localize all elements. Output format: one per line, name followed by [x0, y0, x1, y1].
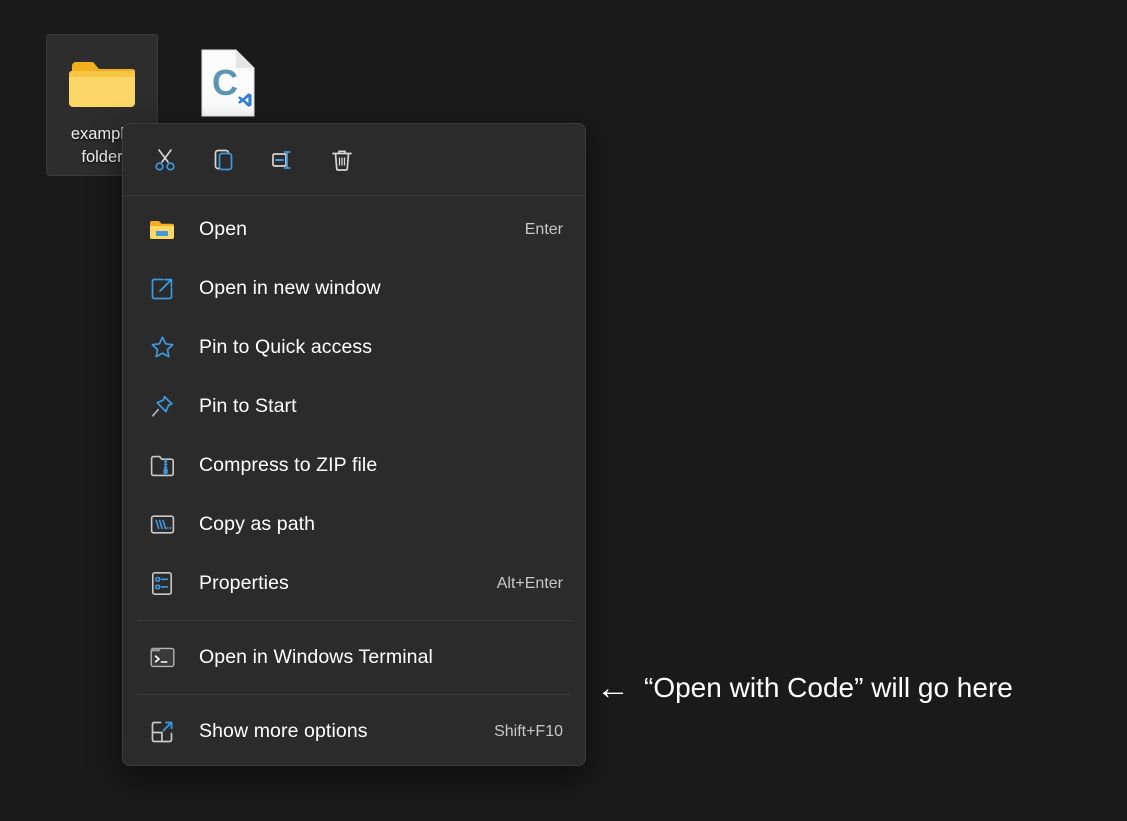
menu-item-open-in-windows-terminal[interactable]: Open in Windows Terminal	[123, 628, 585, 687]
open-new-window-icon	[147, 274, 177, 304]
menu-item-label: Open in new window	[199, 277, 381, 299]
properties-icon	[147, 569, 177, 599]
menu-item-label: Pin to Start	[199, 395, 297, 417]
desktop-icon-vscode-file[interactable]: C	[172, 34, 284, 122]
menu-item-pin-to-start[interactable]: Pin to Start	[123, 377, 585, 436]
copy-path-icon	[147, 510, 177, 540]
svg-text:C: C	[212, 62, 238, 103]
context-menu[interactable]: Open Enter Open in new window Pin to Qui…	[122, 123, 586, 766]
menu-item-label: Show more options	[199, 720, 368, 742]
folder-icon	[47, 45, 157, 123]
menu-item-shortcut: Shift+F10	[494, 722, 563, 740]
menu-item-open-in-new-window[interactable]: Open in new window	[123, 259, 585, 318]
context-menu-group-more: Show more options Shift+F10	[123, 698, 585, 765]
menu-item-label: Copy as path	[199, 513, 316, 535]
menu-item-label: Compress to ZIP file	[199, 454, 378, 476]
vscode-file-icon: C	[172, 44, 284, 122]
menu-item-open[interactable]: Open Enter	[123, 200, 585, 259]
menu-item-shortcut: Enter	[524, 220, 563, 238]
desktop-background[interactable]: example folder C Open Enter Open in new …	[0, 0, 1127, 821]
menu-item-copy-as-path[interactable]: Copy as path	[123, 495, 585, 554]
copy-button[interactable]	[206, 142, 241, 177]
menu-item-compress-to-zip[interactable]: Compress to ZIP file	[123, 436, 585, 495]
folder-open-icon	[147, 215, 177, 245]
menu-item-pin-to-quick-access[interactable]: Pin to Quick access	[123, 318, 585, 377]
menu-item-label: Pin to Quick access	[199, 336, 373, 358]
context-menu-toolbar	[123, 124, 585, 196]
cut-button[interactable]	[147, 142, 182, 177]
menu-item-shortcut: Alt+Enter	[496, 574, 563, 592]
left-arrow-icon: ←	[596, 669, 630, 707]
context-menu-group-primary: Open Enter Open in new window Pin to Qui…	[123, 196, 585, 617]
delete-button[interactable]	[324, 142, 359, 177]
annotation-text: “Open with Code” will go here	[644, 672, 1013, 703]
pin-icon	[147, 392, 177, 422]
star-icon	[147, 333, 177, 363]
annotation-callout: ← “Open with Code” will go here	[596, 671, 1013, 705]
menu-item-show-more-options[interactable]: Show more options Shift+F10	[123, 702, 585, 761]
menu-item-label: Open	[199, 218, 248, 240]
terminal-icon	[147, 643, 177, 673]
rename-button[interactable]	[265, 142, 300, 177]
show-more-icon	[147, 717, 177, 747]
menu-item-properties[interactable]: Properties Alt+Enter	[123, 554, 585, 613]
menu-item-label: Properties	[199, 572, 289, 594]
zip-folder-icon	[147, 451, 177, 481]
menu-item-label: Open in Windows Terminal	[199, 646, 433, 668]
context-menu-group-terminal: Open in Windows Terminal	[123, 624, 585, 691]
menu-separator	[137, 620, 571, 621]
menu-separator	[137, 694, 571, 695]
